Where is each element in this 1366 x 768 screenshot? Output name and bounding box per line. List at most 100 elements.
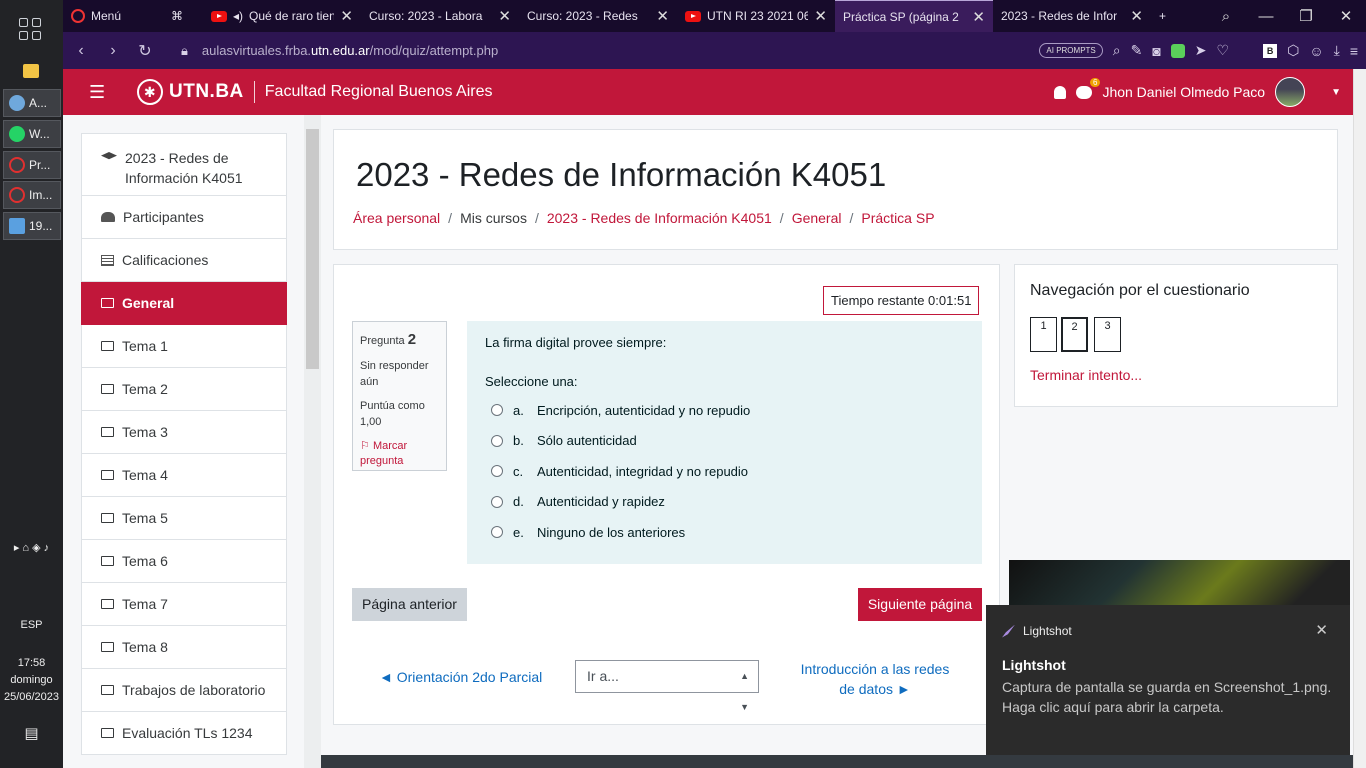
close-icon[interactable]: ✕ <box>1315 621 1328 639</box>
taskbar-app-2[interactable]: W... <box>3 120 61 148</box>
cube-icon[interactable]: ⬡ <box>1287 42 1299 59</box>
edit-icon[interactable]: ✎ <box>1131 42 1143 59</box>
url-field[interactable]: 🔒︎ aulasvirtuales.frba.utn.edu.ar/mod/qu… <box>181 43 1039 59</box>
finish-attempt-link[interactable]: Terminar intento... <box>1030 367 1142 383</box>
answer-option-a[interactable]: a. Encripción, autenticidad y no repudio <box>485 395 964 426</box>
screenshot-thumbnail[interactable] <box>1009 560 1350 606</box>
drawer-item-tema-8[interactable]: Tema 8 <box>81 626 287 669</box>
breadcrumb-area-personal[interactable]: Área personal <box>353 210 440 226</box>
close-icon[interactable]: ✕ <box>340 7 353 25</box>
search-tabs-icon[interactable]: ⌕ <box>1206 8 1246 25</box>
chat-icon[interactable]: 6 <box>1076 77 1101 99</box>
taskbar-app-1[interactable]: A... <box>3 89 61 117</box>
drawer-item-tema-6[interactable]: Tema 6 <box>81 540 287 583</box>
drawer-item-course[interactable]: 2023 - Redes de Información K4051 <box>81 133 287 196</box>
avatar[interactable] <box>1275 77 1306 107</box>
clock-time[interactable]: 17:58 <box>0 657 63 669</box>
file-explorer-icon[interactable] <box>23 64 39 78</box>
radio-button[interactable] <box>491 434 503 447</box>
tab-youtube-2[interactable]: UTN RI 23 2021 06 1 ✕ <box>677 0 835 32</box>
search-icon[interactable]: ⌕ <box>1113 42 1121 59</box>
option-text[interactable]: Sólo autenticidad <box>537 433 637 448</box>
drawer-item-laboratorio[interactable]: Trabajos de laboratorio <box>81 669 287 712</box>
tray-icons[interactable]: ▸ ⌂ ◈ ♪ <box>0 541 63 554</box>
drawer-item-calificaciones[interactable]: Calificaciones <box>81 239 287 282</box>
drawer-scrollbar[interactable] <box>304 115 321 768</box>
page-scrollbar[interactable] <box>1353 69 1366 768</box>
radio-button[interactable] <box>491 404 503 417</box>
download-icon[interactable]: ⤓ <box>1334 42 1340 59</box>
send-icon[interactable]: ➤ <box>1195 42 1207 59</box>
extension-b-icon[interactable]: B <box>1263 43 1278 58</box>
notification-icon[interactable]: ▤ <box>0 724 63 742</box>
quiz-nav-question-1[interactable]: 1 <box>1030 317 1057 352</box>
option-text[interactable]: Encripción, autenticidad y no repudio <box>537 403 750 418</box>
drawer-scrollbar-thumb[interactable] <box>306 129 319 369</box>
drawer-item-tema-7[interactable]: Tema 7 <box>81 583 287 626</box>
forward-icon[interactable]: › <box>97 42 129 60</box>
tab-curso-lab[interactable]: Curso: 2023 - Labora ✕ <box>361 0 519 32</box>
tab-youtube-1[interactable]: ◂) Qué de raro tien ✕ <box>203 0 361 32</box>
shield-icon[interactable] <box>1170 43 1185 58</box>
breadcrumb-practica-sp[interactable]: Práctica SP <box>861 210 934 226</box>
tab-menu[interactable]: Menú <box>63 0 163 32</box>
tab-curso-redes[interactable]: Curso: 2023 - Redes ✕ <box>519 0 677 32</box>
camera-icon[interactable]: ◙ <box>1152 43 1160 59</box>
tab-redes-info[interactable]: 2023 - Redes de Infor ✕ <box>993 0 1151 32</box>
answer-option-c[interactable]: c. Autenticidad, integridad y no repudio <box>485 456 964 487</box>
language-indicator[interactable]: ESP <box>0 619 63 631</box>
bell-icon[interactable] <box>1054 85 1067 99</box>
quiz-nav-question-3[interactable]: 3 <box>1094 317 1121 352</box>
next-page-button[interactable]: Siguiente página <box>858 588 982 621</box>
drawer-item-general[interactable]: General <box>81 282 287 325</box>
tab-gx[interactable]: ⌘ <box>163 0 203 32</box>
drawer-item-tema-5[interactable]: Tema 5 <box>81 497 287 540</box>
radio-button[interactable] <box>491 495 503 508</box>
back-icon[interactable]: ‹ <box>65 42 97 60</box>
reload-icon[interactable]: ↻ <box>129 41 161 61</box>
user-name[interactable]: Jhon Daniel Olmedo Paco <box>1102 84 1265 100</box>
answer-option-e[interactable]: e. Ninguno de los anteriores <box>485 517 964 548</box>
minimize-icon[interactable]: — <box>1246 8 1286 25</box>
lightshot-notification[interactable]: Lightshot ✕ Lightshot Captura de pantall… <box>986 605 1350 755</box>
previous-page-button[interactable]: Página anterior <box>352 588 467 621</box>
restore-icon[interactable]: ❐ <box>1286 7 1326 25</box>
toast-message[interactable]: Captura de pantalla se guarda en Screens… <box>1002 677 1332 717</box>
breadcrumb-course[interactable]: 2023 - Redes de Información K4051 <box>547 210 772 226</box>
heart-icon[interactable]: ♡ <box>1217 42 1230 59</box>
drawer-item-tema-3[interactable]: Tema 3 <box>81 411 287 454</box>
profile-icon[interactable]: ☺ <box>1309 43 1323 59</box>
taskbar-app-4[interactable]: Im... <box>3 181 61 209</box>
drawer-item-tema-2[interactable]: Tema 2 <box>81 368 287 411</box>
close-icon[interactable]: ✕ <box>972 8 985 26</box>
drawer-item-evaluacion[interactable]: Evaluación TLs 1234 <box>81 712 287 755</box>
ai-prompts-button[interactable]: AI PROMPTS <box>1039 43 1103 58</box>
new-tab-button[interactable]: + <box>1151 0 1191 32</box>
drawer-item-tema-1[interactable]: Tema 1 <box>81 325 287 368</box>
answer-option-b[interactable]: b. Sólo autenticidad <box>485 426 964 457</box>
taskbar-app-5[interactable]: 19... <box>3 212 61 240</box>
option-text[interactable]: Autenticidad y rapidez <box>537 494 665 509</box>
chevron-down-icon[interactable]: ▼ <box>1331 87 1341 98</box>
option-text[interactable]: Ninguno de los anteriores <box>537 525 685 540</box>
close-icon[interactable]: ✕ <box>1130 7 1143 25</box>
previous-activity-link[interactable]: ◄ Orientación 2do Parcial <box>379 669 542 685</box>
hamburger-menu-icon[interactable]: ☰ <box>89 82 125 103</box>
taskbar-app-3[interactable]: Pr... <box>3 151 61 179</box>
close-icon[interactable]: ✕ <box>656 7 669 25</box>
more-menu-icon[interactable]: ≡ <box>1350 43 1358 59</box>
close-window-icon[interactable]: ✕ <box>1326 7 1366 25</box>
flag-question-link[interactable]: ⚐ Marcar pregunta <box>360 439 439 471</box>
radio-button[interactable] <box>491 465 503 478</box>
radio-button[interactable] <box>491 526 503 539</box>
start-icon[interactable] <box>19 18 41 40</box>
drawer-item-tema-4[interactable]: Tema 4 <box>81 454 287 497</box>
option-text[interactable]: Autenticidad, integridad y no repudio <box>537 464 748 479</box>
breadcrumb-general[interactable]: General <box>792 210 842 226</box>
tab-practica-sp[interactable]: Práctica SP (página 2 ✕ <box>835 0 993 32</box>
quiz-nav-question-2[interactable]: 2 <box>1061 317 1088 352</box>
jump-to-select[interactable]: Ir a... ▲ ▼ <box>575 660 759 712</box>
drawer-item-participantes[interactable]: Participantes <box>81 196 287 239</box>
close-icon[interactable]: ✕ <box>498 7 511 25</box>
close-icon[interactable]: ✕ <box>814 7 827 25</box>
